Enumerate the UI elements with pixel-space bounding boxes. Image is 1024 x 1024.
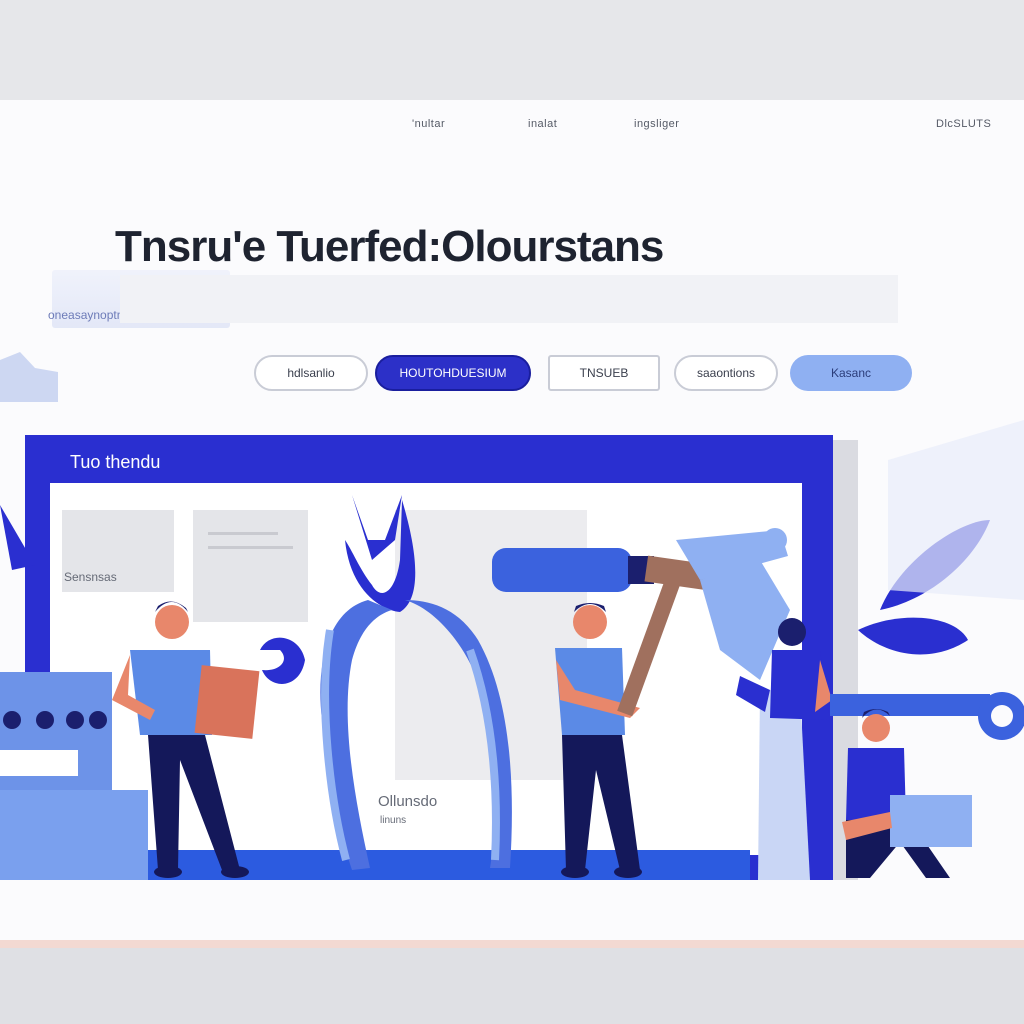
person-with-hammer	[555, 555, 712, 878]
mountain-icon	[0, 352, 58, 402]
wrench-icon	[260, 637, 305, 684]
clipboard-icon	[194, 665, 260, 739]
screwdriver-icon	[492, 548, 654, 592]
person-with-laptop	[842, 709, 972, 878]
pliers-icon	[320, 495, 512, 870]
laptop-icon	[890, 795, 972, 847]
long-wrench-icon	[830, 692, 1024, 740]
illustration	[0, 352, 1024, 880]
leaf-icon	[858, 420, 1024, 655]
